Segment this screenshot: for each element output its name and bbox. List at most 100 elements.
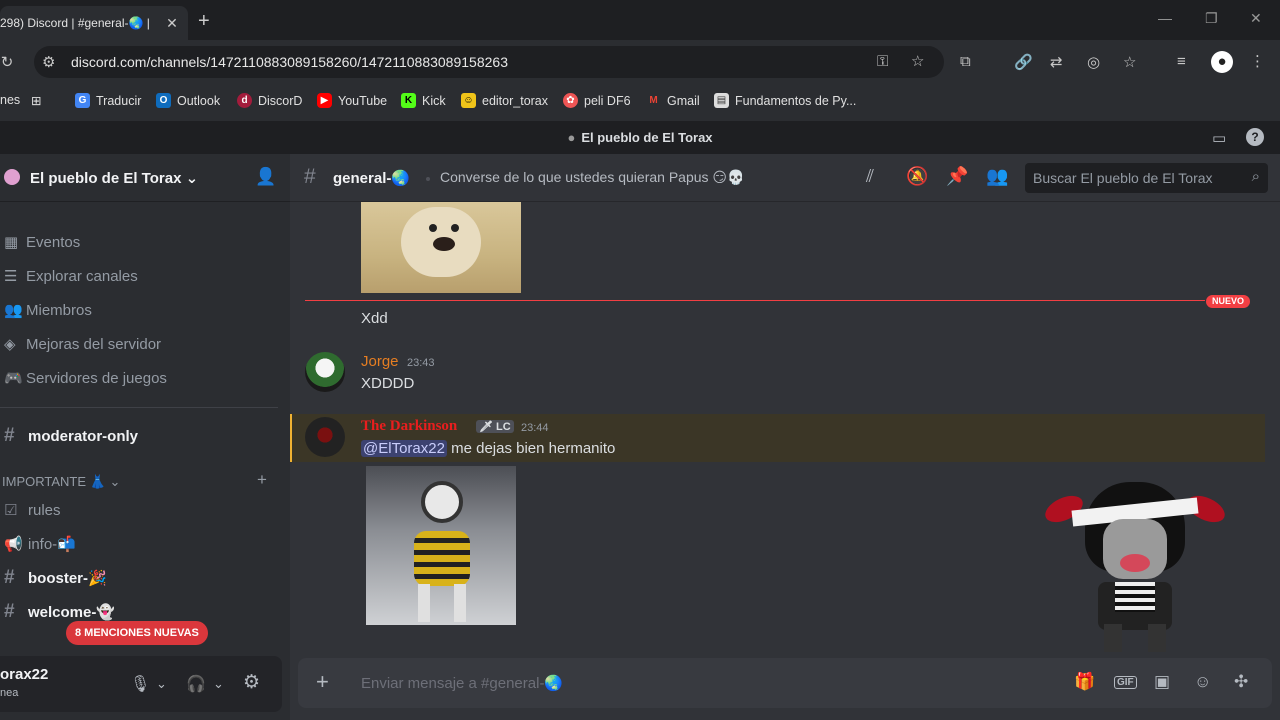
message-timestamp: 23:43 [407, 357, 435, 369]
gift-icon[interactable]: 🎁 [1074, 672, 1095, 692]
extensions-icon[interactable]: ⧉ [960, 53, 971, 70]
sticker-icon[interactable]: ▣ [1154, 672, 1170, 692]
translate-icon[interactable]: ⇄ [1050, 53, 1063, 71]
profile-avatar-icon[interactable]: ● [1211, 51, 1233, 73]
pinned-messages-icon[interactable]: 📌 [946, 166, 968, 187]
user-status: nea [0, 687, 19, 699]
search-input[interactable]: Buscar El pueblo de El Torax ⌕ [1025, 163, 1268, 193]
bookmark-kick[interactable]: K Kick [401, 93, 446, 108]
channel-rules[interactable]: ☑ rules [0, 496, 61, 524]
invite-people-icon[interactable]: 👤 [255, 167, 276, 187]
bookmarks-bar: nes ⊞ G Traducir O Outlook d DiscorD ▶ YouTu… [0, 84, 1280, 122]
hash-icon: # [4, 601, 15, 622]
close-tab-icon[interactable]: ✕ [164, 15, 180, 32]
reload-icon[interactable]: ↻ [0, 53, 14, 71]
server-icon-small: ● [567, 130, 576, 145]
kick-favicon-icon: K [401, 93, 416, 108]
chevron-down-icon[interactable]: ⌄ [213, 676, 224, 692]
chevron-down-icon: ⌄ [185, 170, 199, 187]
bookmark-discord[interactable]: d DiscorD [237, 93, 302, 108]
password-key-icon[interactable]: ⚿ [877, 53, 888, 70]
category-importante[interactable]: IMPORTANTE 👗 ⌄ [2, 474, 120, 490]
avatar[interactable] [305, 352, 345, 392]
channel-sidebar: El pueblo de El Torax ⌄ 👤 ▦ Eventos ☰ Expl… [0, 154, 290, 720]
link-icon[interactable]: 🔗 [1014, 53, 1033, 71]
inbox-icon[interactable]: ▭ [1212, 129, 1226, 147]
film-favicon-icon: ✿ [563, 93, 578, 108]
emoji-icon[interactable]: ☺ [1194, 672, 1211, 692]
avatar[interactable] [305, 417, 345, 457]
media-icon[interactable]: ≡ [1177, 53, 1186, 70]
tab-title: 298) Discord | #general-🌏 | [0, 16, 150, 30]
user-panel: orax22 nea 🎙 ⌄ 🎧 ⌄ ⚙ [0, 656, 282, 712]
bookmark-youtube[interactable]: ▶ YouTube [317, 93, 387, 108]
bookmark-gmail[interactable]: M Gmail [646, 93, 699, 108]
nav-explorar-canales[interactable]: ☰ Explorar canales [0, 263, 138, 289]
favorites-icon[interactable]: ☆ [1123, 53, 1136, 71]
server-boost-icon [4, 169, 20, 185]
hash-icon: # [4, 425, 15, 446]
url-text: discord.com/channels/1472110883089158260… [71, 54, 508, 70]
restore-icon[interactable]: ❐ [1205, 10, 1218, 27]
headphones-icon[interactable]: 🎧 [186, 674, 206, 694]
lens-icon[interactable]: ◎ [1087, 53, 1100, 71]
sword-icon: 🗡 [479, 421, 493, 433]
browse-channels-icon: ☰ [4, 268, 18, 285]
notifications-muted-icon[interactable]: 🔕 [906, 166, 928, 187]
divider [0, 407, 278, 408]
create-channel-icon[interactable]: + [257, 470, 267, 490]
chevron-down-icon[interactable]: ⌄ [156, 676, 167, 692]
message-text: Xdd [361, 310, 388, 327]
nav-miembros[interactable]: 👥 Miembros [0, 297, 92, 323]
message-author[interactable]: Jorge [361, 353, 399, 370]
discord-titlebar: ● El pueblo de El Torax ▭ ? [0, 122, 1280, 154]
settings-gear-icon[interactable]: ⚙ [243, 671, 260, 694]
message-author[interactable]: The Darkinson [361, 418, 457, 435]
new-tab-icon[interactable]: + [198, 10, 210, 33]
rules-icon: ☑ [4, 502, 18, 519]
server-header[interactable]: El pueblo de El Torax ⌄ 👤 [0, 154, 290, 202]
channel-header: # general-🌏 Converse de lo que ustedes q… [290, 154, 1280, 202]
member-list-icon[interactable]: 👥 [986, 166, 1008, 187]
threads-icon[interactable]: ⫽ [866, 166, 874, 187]
channel-topic[interactable]: Converse de lo que ustedes quieran Papus… [440, 169, 744, 186]
nav-eventos[interactable]: ▦ Eventos [0, 229, 80, 255]
apps-grid-icon[interactable]: ⊞ [31, 93, 41, 108]
youtube-favicon-icon: ▶ [317, 93, 332, 108]
bookmark-peli[interactable]: ✿ peli DF6 [563, 93, 631, 108]
add-attachment-icon[interactable]: + [316, 669, 329, 695]
dog-image-attachment[interactable] [361, 202, 521, 293]
bookmark-editor-torax[interactable]: ☺ editor_torax [461, 93, 548, 108]
bookmark-star-icon[interactable]: ☆ [911, 52, 924, 70]
user-mention[interactable]: @ElTorax22 [361, 440, 447, 457]
bookmark-outlook[interactable]: O Outlook [156, 93, 220, 108]
course-favicon-icon: ▤ [714, 93, 729, 108]
bookmark-fundamentos[interactable]: ▤ Fundamentos de Py... [714, 93, 856, 108]
channel-booster[interactable]: # booster-🎉 [0, 564, 107, 592]
gif-icon[interactable]: GIF [1114, 676, 1137, 689]
menu-kebab-icon[interactable]: ⋮ [1250, 52, 1265, 70]
announcement-icon: 📢 [4, 536, 23, 553]
message-text: XDDDD [361, 375, 415, 392]
bookmark-partial[interactable]: nes [0, 93, 20, 107]
omnibox[interactable]: ⚙ discord.com/channels/14721108830891582… [34, 46, 944, 78]
microphone-icon[interactable]: 🎙 [130, 674, 150, 694]
channel-info[interactable]: 📢 info-📬 [0, 530, 76, 558]
help-icon[interactable]: ? [1246, 128, 1264, 146]
apps-icon[interactable]: ✣ [1234, 672, 1248, 692]
message-input[interactable]: Enviar mensaje a #general-🌏 [361, 674, 563, 692]
browser-tab[interactable]: 298) Discord | #general-🌏 | ✕ [0, 6, 188, 40]
editor-favicon-icon: ☺ [461, 93, 476, 108]
minimize-icon[interactable]: — [1158, 10, 1172, 26]
username[interactable]: orax22 [0, 666, 48, 683]
site-info-icon[interactable]: ⚙ [42, 53, 55, 71]
window-close-icon[interactable]: ✕ [1250, 10, 1262, 27]
gif-attachment[interactable] [366, 466, 516, 625]
channel-moderator-only[interactable]: # moderator-only [0, 422, 138, 450]
nav-mejoras[interactable]: ◈ Mejoras del servidor [0, 331, 161, 357]
nav-servidores-juegos[interactable]: 🎮 Servidores de juegos [0, 365, 167, 391]
new-mentions-badge[interactable]: 8 MENCIONES NUEVAS [66, 621, 208, 645]
address-bar-row: ↻ ⚙ discord.com/channels/147211088308915… [0, 40, 1280, 84]
bookmark-traducir[interactable]: G Traducir [75, 93, 141, 108]
divider-dot [426, 177, 430, 181]
